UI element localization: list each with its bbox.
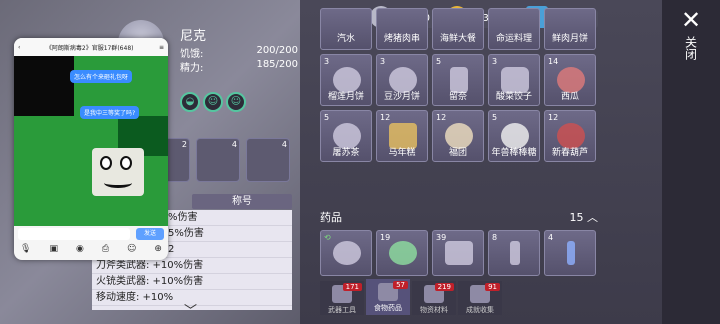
stat-energy: 精力: 185/200	[180, 59, 298, 74]
back-icon[interactable]: ‹	[18, 44, 20, 51]
send-button[interactable]: 发送	[136, 228, 164, 240]
stat-hunger: 饥饿: 200/200	[180, 45, 298, 60]
item-slot[interactable]: 汽水	[320, 8, 372, 50]
mic-icon[interactable]: 🎙	[20, 244, 31, 254]
bandage-icon	[510, 241, 520, 265]
syringe-icon	[567, 241, 575, 265]
chat-header: ‹ 《阿朗斯病毒2》官服17群(648) ≡	[14, 38, 168, 56]
menu-icon[interactable]: ≡	[159, 44, 164, 51]
medicine-grid: ⟲ 19 39 8 4	[320, 230, 596, 276]
file-icon[interactable]: ⎙	[102, 244, 109, 254]
stomach-icon[interactable]: ◒	[180, 92, 200, 112]
chat-overlay[interactable]: ‹ 《阿朗斯病毒2》官服17群(648) ≡ 怎么有个来砸礼包呀 是我中三等奖了…	[14, 38, 168, 260]
plus-icon[interactable]: ⊕	[154, 244, 162, 254]
close-label: 关闭	[683, 36, 698, 60]
tab-achievements[interactable]: 91 成就收集	[458, 281, 502, 315]
potion-icon	[389, 241, 417, 265]
equip-level-badge: 4	[281, 140, 287, 149]
item-slot[interactable]: 命运料理	[488, 8, 540, 50]
tab-materials[interactable]: 219 物资材料	[412, 281, 456, 315]
emoji-icon[interactable]: ☺	[127, 244, 136, 254]
item-slot[interactable]: 3 榴莲月饼	[320, 54, 372, 106]
item-slot[interactable]: 5 年兽棒棒糖	[488, 110, 540, 162]
chat-bubble: 怎么有个来砸礼包呀	[70, 70, 133, 83]
chat-toolbar: 🎙 ▣ ◉ ⎙ ☺ ⊕	[20, 244, 162, 254]
item-slot[interactable]: 海鲜大餐	[432, 8, 484, 50]
item-slot[interactable]: 3 酸菜饺子	[488, 54, 540, 106]
medkit-icon	[333, 241, 361, 265]
tab-food[interactable]: 57 食物药品	[366, 279, 410, 315]
medicine-section-header[interactable]: 药品 15 ︿	[320, 208, 598, 226]
frog-eye	[120, 156, 132, 170]
frog-mouth	[104, 178, 132, 188]
pill-box-icon	[445, 241, 473, 265]
item-slot[interactable]: 烤猪肉串	[376, 8, 428, 50]
item-slot[interactable]: 12 新春葫芦	[544, 110, 596, 162]
chat-body: 怎么有个来砸礼包呀 是我中三等奖了吗?	[14, 56, 168, 226]
item-slot[interactable]: 5 屠苏茶	[320, 110, 372, 162]
equip-level-badge: 2	[181, 140, 187, 149]
equip-slot-jacket[interactable]: 4	[196, 138, 240, 182]
close-icon: ✕	[680, 6, 702, 34]
tab-title[interactable]: 称号	[192, 194, 292, 209]
frog-sticker	[92, 148, 144, 196]
item-slot[interactable]: 19	[376, 230, 428, 276]
section-count: 15 ︿	[569, 211, 599, 224]
close-button[interactable]: ✕ 关闭	[676, 8, 706, 60]
chevron-down-icon[interactable]: ﹀	[184, 300, 197, 319]
status-icons: ◒ ☺ ☺	[180, 92, 246, 112]
equip-level-badge: 4	[231, 140, 237, 149]
refresh-icon: ⟲	[324, 233, 331, 242]
item-slot[interactable]: 5 留奈	[432, 54, 484, 106]
pixel-art	[14, 56, 74, 116]
chat-bubble: 是我中三等奖了吗?	[80, 106, 140, 119]
frog-eye	[100, 156, 112, 170]
item-slot[interactable]: 3 豆沙月饼	[376, 54, 428, 106]
item-slot[interactable]: 14 西瓜	[544, 54, 596, 106]
attribute-line: 刀斧类武器: +10%伤害	[92, 258, 292, 274]
chat-title: 《阿朗斯病毒2》官服17群(648)	[45, 44, 134, 52]
camera-icon[interactable]: ◉	[76, 244, 84, 254]
item-slot[interactable]: 39	[432, 230, 484, 276]
section-title: 药品	[320, 211, 342, 224]
chat-input[interactable]	[18, 228, 130, 240]
image-icon[interactable]: ▣	[49, 244, 58, 254]
item-slot[interactable]: ⟲	[320, 230, 372, 276]
inventory-grid: 汽水 烤猪肉串 海鲜大餐 命运料理 鲜肉月饼 3 榴莲月饼 3 豆沙月饼 5 留奈 3…	[320, 8, 598, 162]
character-name: 尼克	[180, 29, 207, 44]
face-icon[interactable]: ☺	[203, 92, 223, 112]
chevron-up-icon: ︿	[587, 211, 598, 224]
face-icon[interactable]: ☺	[226, 92, 246, 112]
tab-weapons[interactable]: 171 武器工具	[320, 281, 364, 315]
item-slot[interactable]: 4	[544, 230, 596, 276]
category-tabs: 171 武器工具 57 食物药品 219 物资材料 91 成就收集	[320, 279, 504, 317]
attribute-line: 火铳类武器: +10%伤害	[92, 274, 292, 290]
item-slot[interactable]: 12 福团	[432, 110, 484, 162]
item-slot[interactable]: 鲜肉月饼	[544, 8, 596, 50]
item-slot[interactable]: 12 马年糕	[376, 110, 428, 162]
item-slot[interactable]: 8	[488, 230, 540, 276]
equip-slot-pants[interactable]: 4	[246, 138, 290, 182]
